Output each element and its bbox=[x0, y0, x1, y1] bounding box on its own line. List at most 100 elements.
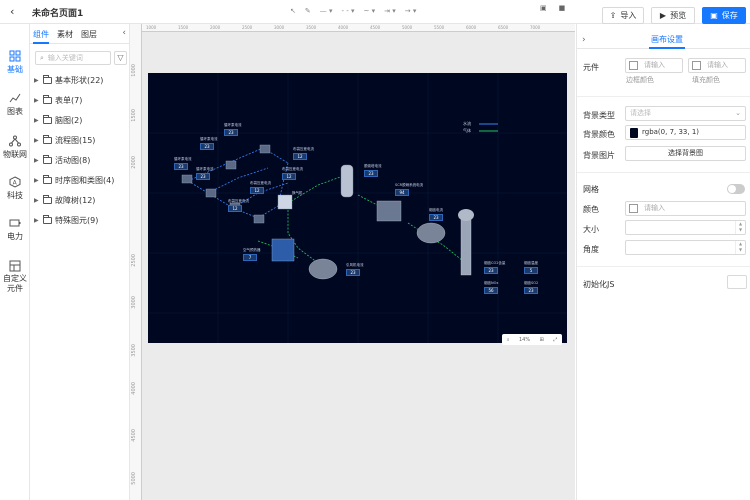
caret-right-icon: ▶ bbox=[34, 136, 39, 144]
bg-color-input[interactable]: rgba(0, 7, 33, 1) bbox=[625, 125, 746, 140]
folder-icon bbox=[43, 154, 52, 164]
ruler-tick: 7000 bbox=[530, 25, 541, 30]
tree-item[interactable]: ▶ 表单(7) bbox=[34, 90, 130, 110]
grid-label: 网格 bbox=[583, 185, 599, 194]
save-label: 保存 bbox=[721, 11, 738, 20]
nav-label: 物联网 bbox=[3, 150, 27, 159]
canvas-workspace[interactable]: 1000 1500 2000 2500 3000 3500 4000 4500 … bbox=[130, 24, 575, 500]
component-tabs: 组件 素材 图层 ‹ bbox=[30, 24, 130, 44]
tree-item[interactable]: ▶ 时序图和类图(4) bbox=[34, 170, 130, 190]
chart-icon bbox=[9, 93, 21, 103]
bg-type-select[interactable]: 请选择 ⌄ bbox=[625, 106, 746, 121]
tag-value: 23 bbox=[429, 214, 443, 221]
tag-value: 12 bbox=[293, 153, 307, 160]
border-color-input[interactable]: 请输入 bbox=[625, 58, 683, 73]
svg-text:A: A bbox=[13, 180, 18, 187]
ruler-tick: 4000 bbox=[131, 382, 137, 395]
nav-item-custom[interactable]: 自定义元件 bbox=[0, 260, 30, 294]
folder-icon bbox=[43, 94, 52, 104]
grid-color-label: 颜色 bbox=[583, 205, 599, 214]
tag-label: 布袋压差电流 bbox=[250, 181, 271, 185]
left-nav: 基础 图表 物联网 A 科技 电力 自定义元件 bbox=[0, 24, 30, 500]
ruler-tick: 1500 bbox=[178, 25, 189, 30]
tree-item[interactable]: ▶ 特殊图元(9) bbox=[34, 210, 130, 230]
ruler-tick: 5000 bbox=[402, 25, 413, 30]
grid-color-input[interactable]: 请输入 bbox=[625, 201, 746, 216]
bg-color-swatch[interactable] bbox=[630, 128, 638, 138]
tab-layers[interactable]: 图层 bbox=[81, 29, 97, 40]
lock-icon[interactable]: ▣ bbox=[540, 4, 547, 12]
nav-label: 基础 bbox=[7, 65, 23, 74]
dash-style-icon[interactable]: - - ▾ bbox=[342, 7, 355, 15]
back-arrow-icon[interactable]: ‹ bbox=[10, 5, 14, 18]
tree-item[interactable]: ▶ 脑图(2) bbox=[34, 110, 130, 130]
nav-item-basic[interactable]: 基础 bbox=[0, 50, 30, 75]
pointer-tool-icon[interactable]: ↖ bbox=[290, 7, 296, 15]
ruler-tick: 4500 bbox=[131, 429, 137, 442]
filter-icon[interactable]: ▽ bbox=[114, 51, 127, 65]
collapse-left-icon[interactable]: ‹ bbox=[122, 28, 126, 38]
design-stage[interactable]: 水流 气体 循环泵电流 23 循环泵电流 23 循环泵电流 23 循环泵电流 2… bbox=[148, 73, 567, 343]
save-button[interactable]: ▣ 保存 bbox=[702, 7, 746, 24]
ruler-tick: 4500 bbox=[370, 25, 381, 30]
caret-right-icon: ▶ bbox=[34, 116, 39, 124]
pen-tool-icon[interactable]: ✎ bbox=[305, 7, 311, 15]
tab-materials[interactable]: 素材 bbox=[57, 29, 73, 40]
arrow-style-icon[interactable]: ⇥ ▾ bbox=[384, 7, 396, 15]
grid-angle-input[interactable]: ▲ ▼ bbox=[625, 240, 746, 255]
bg-color-value: rgba(0, 7, 33, 1) bbox=[642, 128, 700, 136]
endpoint-style-icon[interactable]: → ▾ bbox=[405, 7, 417, 15]
tag-value: 94 bbox=[395, 189, 409, 196]
stepper-icon[interactable]: ▲ ▼ bbox=[735, 221, 745, 234]
editor-toolbar: ↖ ✎ — ▾ - - ▾ ~ ▾ ⇥ ▾ → ▾ bbox=[290, 4, 416, 18]
fill-color-input[interactable]: 请输入 bbox=[688, 58, 746, 73]
nav-item-chart[interactable]: 图表 bbox=[0, 92, 30, 117]
zoom-out-icon[interactable]: ⌕ bbox=[507, 337, 510, 343]
ruler-tick: 3500 bbox=[306, 25, 317, 30]
tag-value: 7 bbox=[243, 254, 257, 261]
search-icon: ⌕ bbox=[40, 54, 44, 62]
nav-item-iot[interactable]: 物联网 bbox=[0, 135, 30, 160]
init-js-button[interactable] bbox=[727, 275, 747, 289]
tag-value: 23 bbox=[224, 129, 238, 136]
nav-item-power[interactable]: 电力 bbox=[0, 217, 30, 242]
tree-item[interactable]: ▶ 基本形状(22) bbox=[34, 70, 130, 90]
tag-value: 23 bbox=[524, 287, 538, 294]
tag-label: 烟囱温度 bbox=[524, 261, 538, 265]
import-button[interactable]: ⇪ 导入 bbox=[602, 7, 644, 24]
tree-item-label: 流程图(15) bbox=[55, 135, 96, 145]
fill-color-caption: 填充颜色 bbox=[692, 76, 720, 84]
tag-value: 12 bbox=[228, 205, 242, 212]
tree-item[interactable]: ▶ 故障树(12) bbox=[34, 190, 130, 210]
line-style-icon[interactable]: — ▾ bbox=[320, 7, 333, 15]
grid-toggle[interactable] bbox=[727, 184, 745, 194]
collapse-right-icon[interactable]: › bbox=[582, 35, 586, 45]
delete-icon[interactable]: ■ bbox=[559, 4, 566, 12]
tree-item[interactable]: ▶ 活动图(8) bbox=[34, 150, 130, 170]
tag-label: 烟囱SO2 bbox=[524, 281, 539, 285]
select-bg-image-button[interactable]: 选择背景图 bbox=[625, 146, 746, 161]
tree-item-label: 特殊图元(9) bbox=[55, 215, 99, 225]
ruler-tick: 4000 bbox=[338, 25, 349, 30]
tree-item[interactable]: ▶ 流程图(15) bbox=[34, 130, 130, 150]
curve-style-icon[interactable]: ~ ▾ bbox=[364, 7, 376, 15]
bg-type-label: 背景类型 bbox=[583, 111, 615, 120]
import-icon: ⇪ bbox=[609, 11, 617, 20]
grid-size-label: 大小 bbox=[583, 225, 599, 234]
preview-button[interactable]: ▶ 预览 bbox=[651, 7, 695, 24]
nav-label: 电力 bbox=[7, 232, 23, 241]
toolbar-right: ▣ ■ bbox=[540, 4, 565, 12]
tab-components[interactable]: 组件 bbox=[33, 29, 49, 40]
tag-value: 56 bbox=[484, 287, 498, 294]
grid-size-input[interactable]: ▲ ▼ bbox=[625, 220, 746, 235]
stepper-icon[interactable]: ▲ ▼ bbox=[735, 241, 745, 254]
zoom-level: 14% bbox=[518, 336, 531, 343]
nav-item-tech[interactable]: A 科技 bbox=[0, 176, 30, 201]
tag-label: 脱硫塔电流 bbox=[364, 164, 382, 168]
fit-icon[interactable]: ⊞ bbox=[540, 337, 544, 343]
tab-canvas-settings[interactable]: 画布设置 bbox=[651, 34, 683, 45]
ruler-tick: 1500 bbox=[131, 109, 137, 122]
search-input[interactable]: ⌕ 输入关键词 bbox=[35, 51, 111, 65]
nav-label: 科技 bbox=[7, 191, 23, 200]
fullscreen-icon[interactable]: ⤢ bbox=[553, 337, 557, 343]
